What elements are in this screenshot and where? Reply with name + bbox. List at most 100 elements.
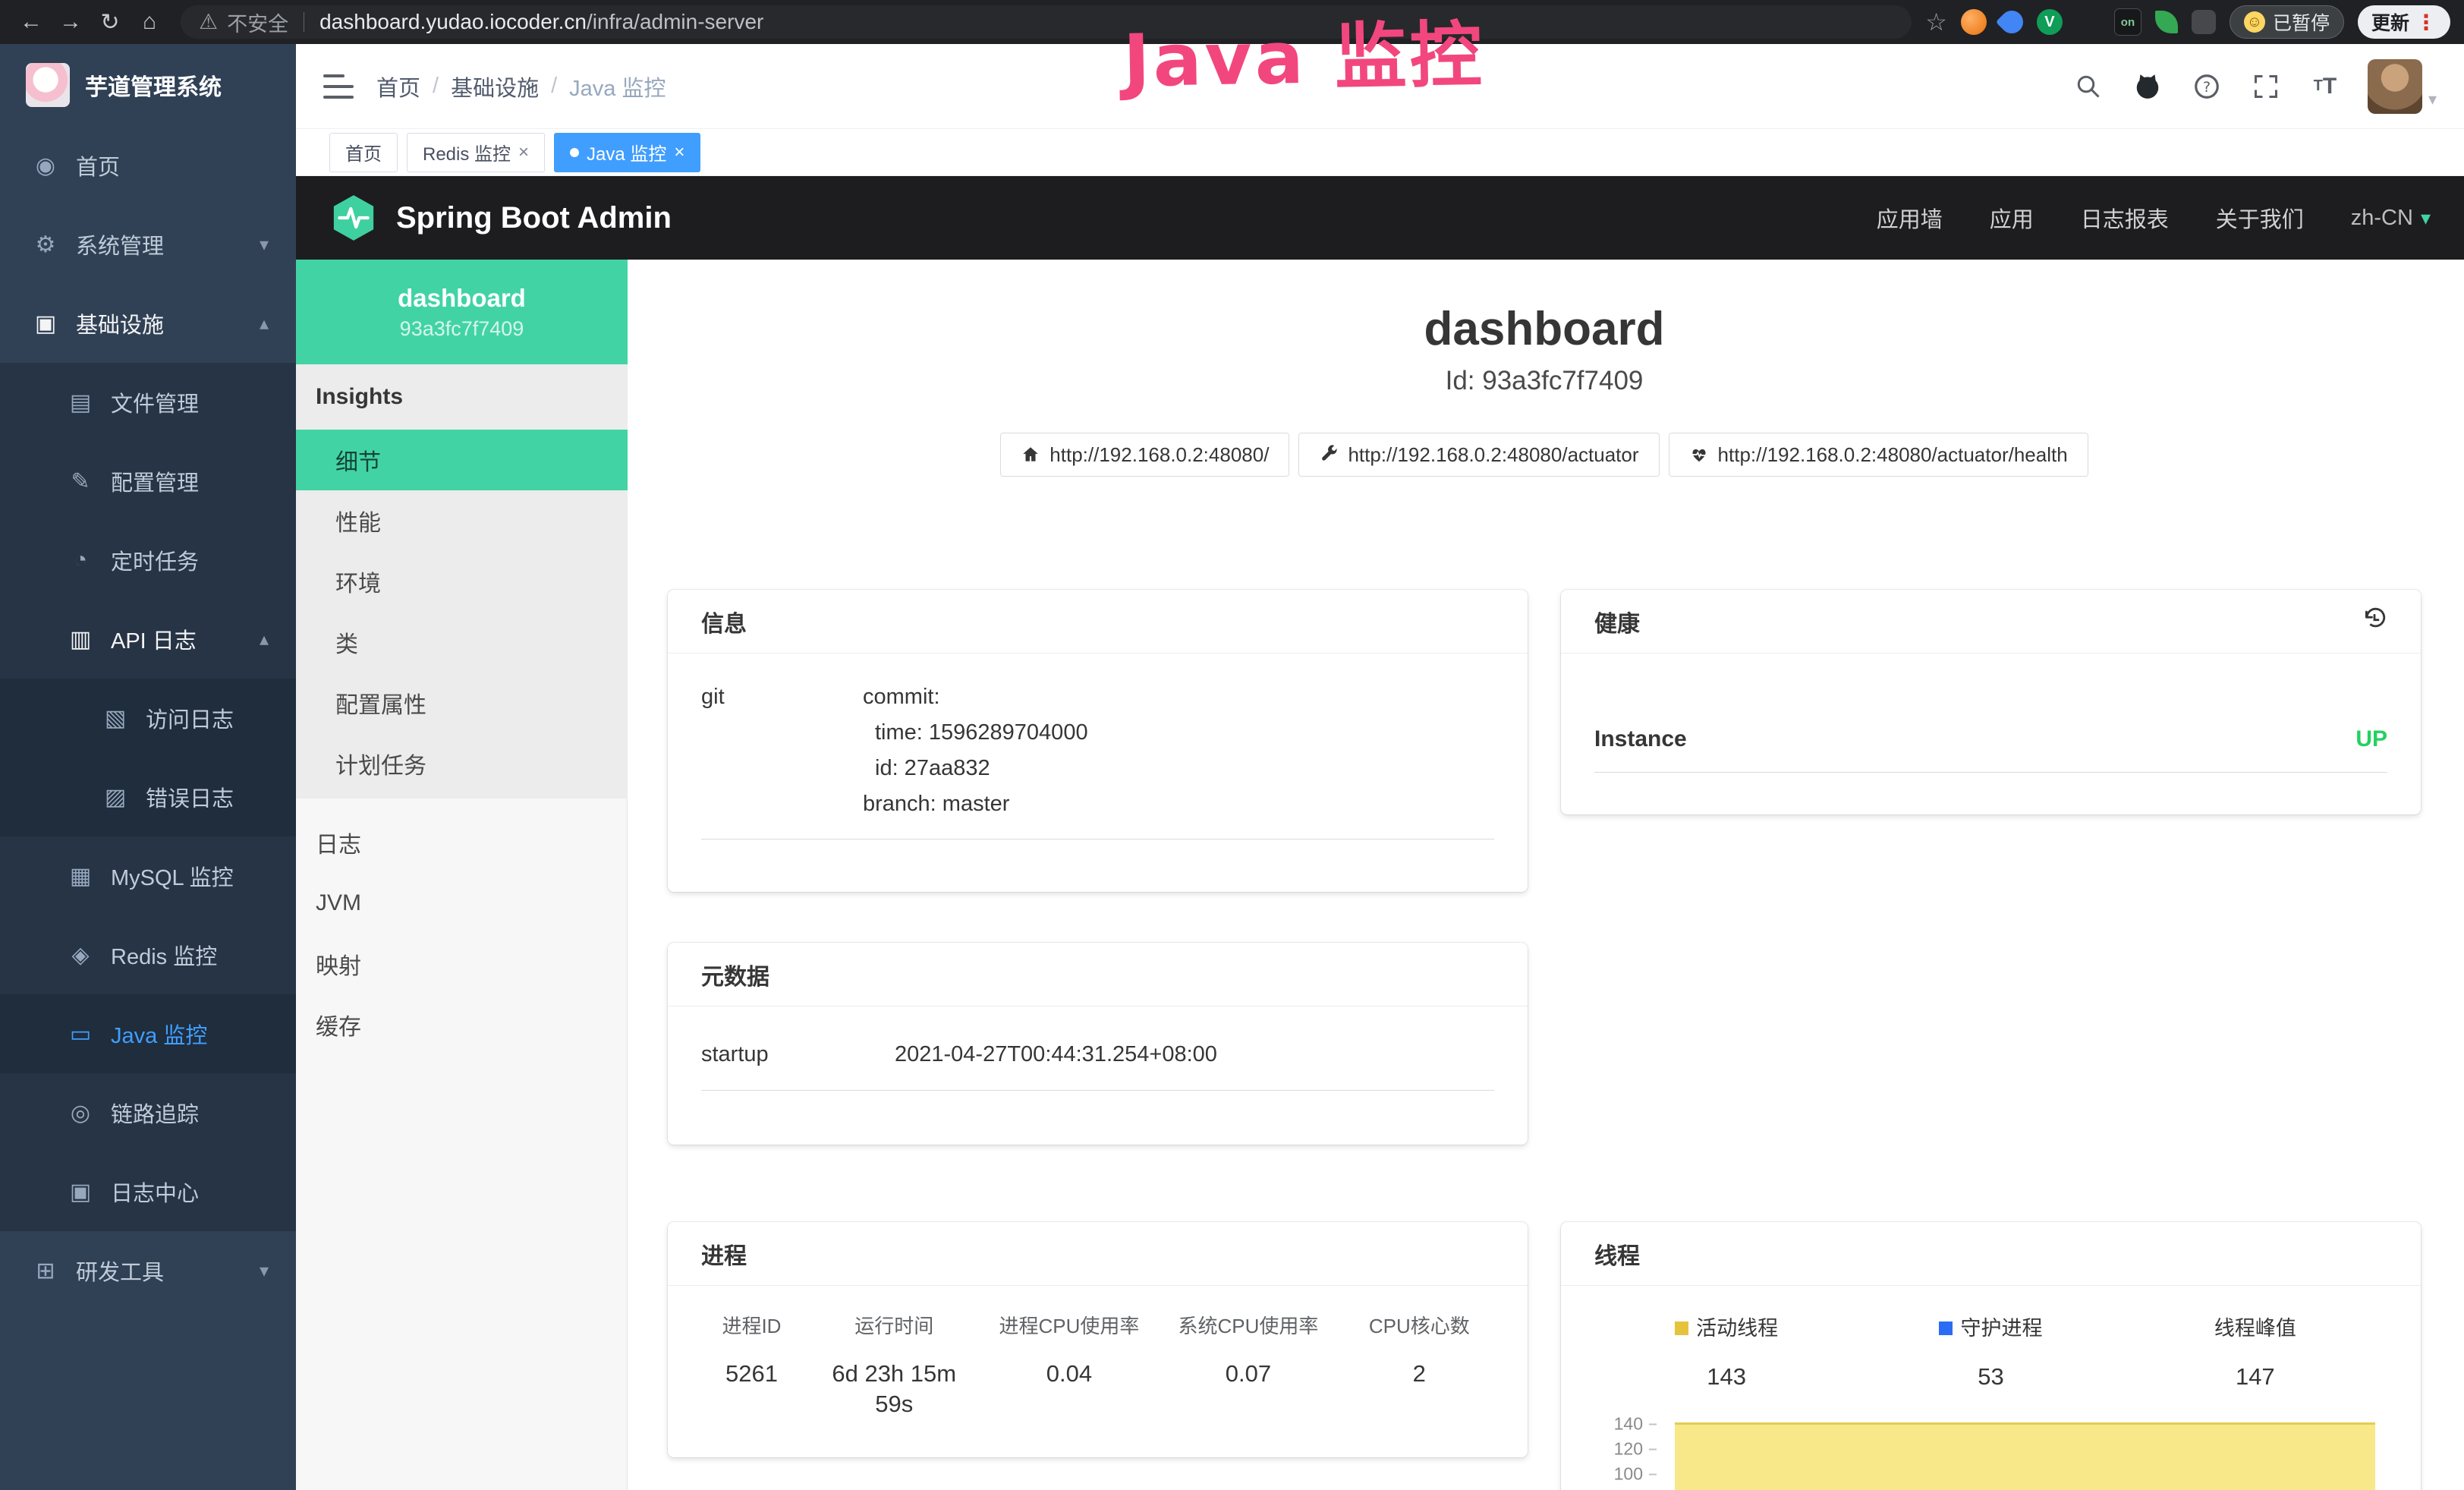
sba-item-logs[interactable]: 日志 [296, 812, 628, 873]
chevron-down-icon: ▾ [2421, 206, 2431, 230]
process-value: 0.07 [1163, 1359, 1333, 1419]
paused-badge[interactable]: ☺ 已暂停 [2230, 5, 2344, 39]
sidebar-item-error-logs[interactable]: ▨ 错误日志 [0, 758, 296, 836]
sba-item-metrics[interactable]: 性能 [296, 490, 628, 551]
help-icon[interactable]: ? [2190, 70, 2223, 103]
card-title: 元数据 [701, 958, 769, 991]
sba-item-config-props[interactable]: 配置属性 [296, 673, 628, 733]
fullscreen-icon[interactable] [2249, 70, 2283, 103]
forward-icon[interactable]: → [53, 5, 88, 39]
github-icon[interactable] [2131, 70, 2164, 103]
sidebar-item-redis-monitor[interactable]: ◈ Redis 监控 [0, 915, 296, 994]
extension-leaf-icon[interactable] [2155, 11, 2178, 33]
update-button[interactable]: 更新 ⋮ [2358, 5, 2450, 39]
instance-name: dashboard [398, 284, 526, 313]
history-icon[interactable] [2362, 606, 2387, 636]
sidebar-item-scheduled-tasks[interactable]: ◔ 定时任务 [0, 521, 296, 600]
close-icon[interactable]: × [518, 142, 529, 163]
security-label[interactable]: 不安全 [227, 8, 288, 37]
sidebar-item-trace[interactable]: ◎ 链路追踪 [0, 1073, 296, 1152]
sidebar-item-label: 访问日志 [146, 702, 234, 734]
sba-item-classes[interactable]: 类 [296, 612, 628, 673]
breadcrumb-infrastructure[interactable]: 基础设施 [451, 71, 539, 102]
app-logo [26, 63, 70, 107]
legend-item: 守护进程 [1858, 1316, 2123, 1340]
extension-fox-icon[interactable] [1961, 9, 1987, 35]
tags-view-bar: 首页 Redis 监控 × Java 监控 × [296, 129, 2464, 176]
wrench-icon [1319, 445, 1339, 465]
browser-menu-icon[interactable]: ⋮ [2415, 10, 2437, 35]
metadata-value: 2021-04-27T00:44:31.254+08:00 [895, 1037, 1217, 1072]
sidebar-item-infrastructure[interactable]: ▣ 基础设施 ▴ [0, 284, 296, 363]
sidebar-item-access-logs[interactable]: ▧ 访问日志 [0, 679, 296, 758]
infrastructure-icon: ▣ [32, 310, 59, 337]
sba-item-jvm[interactable]: JVM [296, 873, 628, 934]
sidebar-item-label: 首页 [76, 150, 120, 181]
extensions-puzzle-icon[interactable] [2192, 10, 2216, 34]
sidebar-item-log-center[interactable]: ▣ 日志中心 [0, 1152, 296, 1231]
breadcrumb-home[interactable]: 首页 [376, 71, 420, 102]
extension-on-icon[interactable]: on [2114, 8, 2141, 36]
close-icon[interactable]: × [674, 142, 684, 163]
language-label: zh-CN [2351, 206, 2413, 231]
breadcrumb-separator: / [551, 74, 557, 99]
sba-nav-about[interactable]: 关于我们 [2216, 202, 2304, 234]
sba-item-details[interactable]: 细节 [296, 430, 628, 490]
sidebar-item-home[interactable]: ◉ 首页 [0, 126, 296, 205]
sidebar-collapse-icon[interactable] [323, 74, 354, 99]
sba-sidebar-bottom: 日志 JVM 映射 缓存 [296, 799, 628, 1055]
metadata-card: 元数据 startup 2021-04-27T00:44:31.254+08:0… [668, 943, 1528, 1145]
sidebar-item-label: MySQL 监控 [111, 860, 234, 892]
cards-right-column: 健康 Instance UP [1561, 590, 2421, 1490]
sba-brand-title[interactable]: Spring Boot Admin [396, 201, 672, 235]
sba-nav-applications[interactable]: 应用 [1990, 202, 2034, 234]
browser-home-icon[interactable]: ⌂ [132, 5, 167, 39]
threads-legend: 活动线程 守护进程 线程峰值 143 53 147 [1594, 1316, 2387, 1394]
sidebar-item-file-management[interactable]: ▤ 文件管理 [0, 363, 296, 442]
sidebar-item-system-management[interactable]: ⚙ 系统管理 ▾ [0, 205, 296, 284]
language-select[interactable]: zh-CN ▾ [2351, 206, 2431, 231]
extension-drop-icon[interactable] [1996, 6, 2028, 38]
font-size-icon[interactable]: TT [2308, 70, 2342, 103]
service-url-link[interactable]: http://192.168.0.2:48080/ [1000, 433, 1289, 477]
sidebar-item-java-monitor[interactable]: ▭ Java 监控 [0, 994, 296, 1073]
sba-item-scheduled-tasks[interactable]: 计划任务 [296, 733, 628, 794]
sba-nav-journal[interactable]: 日志报表 [2081, 202, 2169, 234]
refresh-icon[interactable]: ↻ [93, 5, 127, 39]
sidebar-item-config-management[interactable]: ✎ 配置管理 [0, 442, 296, 521]
address-bar[interactable]: ⚠ 不安全 dashboard.yudao.iocoder.cn/infra/a… [181, 5, 1912, 39]
back-icon[interactable]: ← [14, 5, 49, 39]
sidebar-item-api-logs[interactable]: ▥ API 日志 ▴ [0, 600, 296, 679]
process-value: 2 [1334, 1359, 1505, 1419]
card-title: 信息 [701, 605, 747, 638]
search-icon[interactable] [2072, 70, 2105, 103]
log-center-icon: ▣ [67, 1179, 94, 1205]
actuator-url-link[interactable]: http://192.168.0.2:48080/actuator [1298, 433, 1659, 477]
info-value-line: id: 27aa832 [863, 751, 1088, 786]
sba-sidebar: dashboard 93a3fc7f7409 Insights 细节 性能 环境… [296, 260, 628, 1490]
avatar[interactable] [2368, 59, 2422, 114]
extension-v-icon[interactable]: V [2037, 9, 2063, 35]
extension-grid-icon[interactable] [2076, 10, 2101, 34]
instance-header[interactable]: dashboard 93a3fc7f7409 [296, 260, 628, 364]
app-logo-row[interactable]: 芋道管理系统 [0, 44, 296, 126]
tab-home[interactable]: 首页 [329, 133, 398, 172]
process-column-header: 进程ID [691, 1315, 813, 1337]
sba-item-caches[interactable]: 缓存 [296, 994, 628, 1055]
sba-nav-wallboard[interactable]: 应用墙 [1877, 202, 1943, 234]
service-url: http://192.168.0.2:48080/ [1049, 443, 1269, 467]
health-url-link[interactable]: http://192.168.0.2:48080/actuator/health [1669, 433, 2088, 477]
user-menu[interactable]: ▾ [2368, 59, 2437, 114]
tab-redis-monitor[interactable]: Redis 监控 × [407, 133, 545, 172]
sba-item-environment[interactable]: 环境 [296, 551, 628, 612]
card-title: 线程 [1594, 1237, 1640, 1271]
threads-card: 线程 活动线程 守护进程 线程峰值 143 53 [1561, 1222, 2421, 1490]
tab-java-monitor[interactable]: Java 监控 × [554, 133, 700, 172]
sidebar-item-mysql-monitor[interactable]: ▦ MySQL 监控 [0, 836, 296, 915]
sidebar-item-dev-tools[interactable]: ⊞ 研发工具 ▾ [0, 1231, 296, 1310]
url-text[interactable]: dashboard.yudao.iocoder.cn/infra/admin-s… [319, 10, 763, 34]
sba-item-mappings[interactable]: 映射 [296, 934, 628, 994]
info-value: commit: time: 1596289704000 id: 27aa832 … [863, 679, 1088, 822]
breadcrumb-separator: / [433, 74, 439, 99]
bookmark-star-icon[interactable]: ☆ [1925, 8, 1947, 36]
